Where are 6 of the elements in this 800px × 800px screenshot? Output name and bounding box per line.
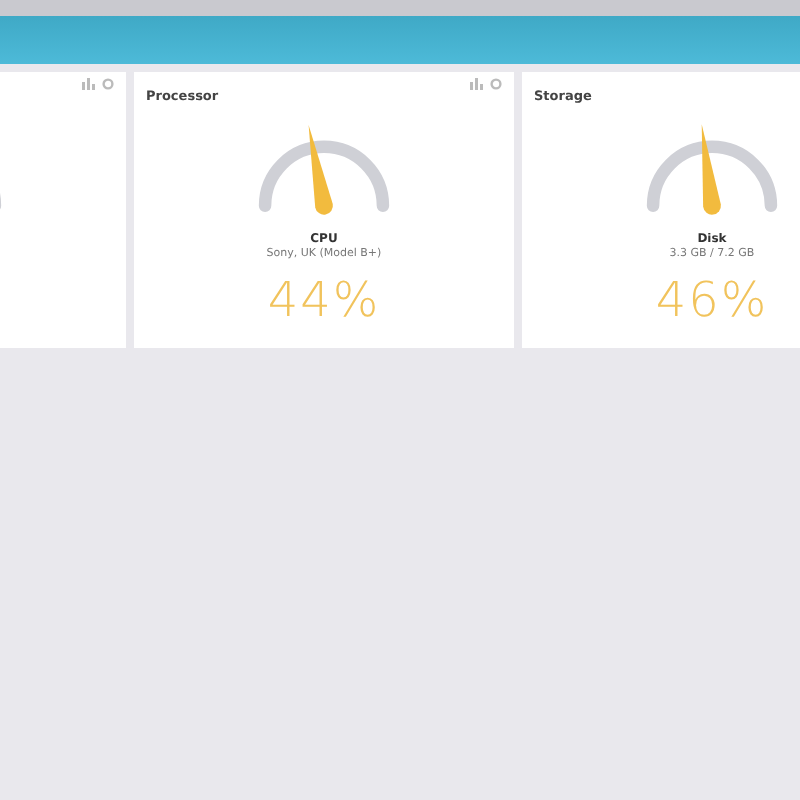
percentage-value: 44% (267, 272, 381, 328)
settings-icon[interactable] (490, 78, 502, 90)
bar-chart-icon[interactable] (470, 78, 484, 90)
percentage-value: 46% (655, 272, 769, 328)
bar-chart-icon[interactable] (82, 78, 96, 90)
settings-icon[interactable] (102, 78, 114, 90)
